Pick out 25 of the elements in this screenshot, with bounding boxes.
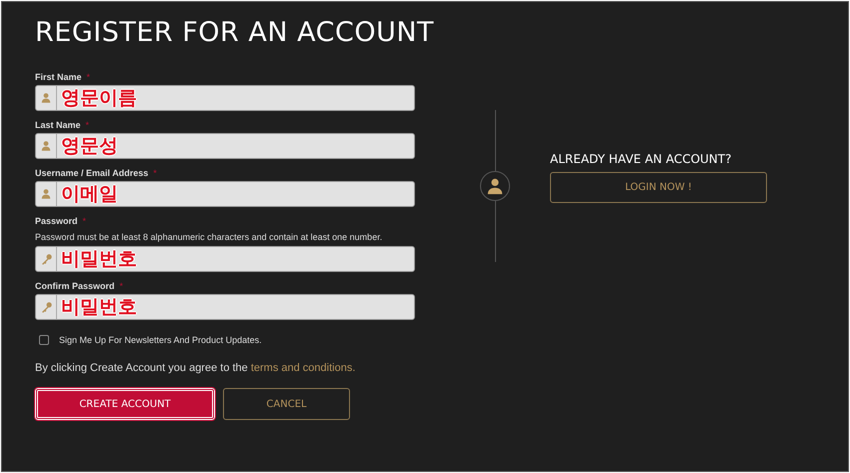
login-button[interactable]: LOGIN NOW ! (550, 172, 767, 203)
input-field[interactable]: 비밀번호 (35, 294, 415, 320)
field-label: Last Name (35, 120, 81, 130)
field-label: First Name (35, 72, 82, 82)
page-title: REGISTER FOR AN ACCOUNT (35, 17, 434, 48)
terms-text: By clicking Create Account you agree to the terms and conditions. (35, 362, 356, 374)
login-heading: ALREADY HAVE AN ACCOUNT? (550, 152, 732, 166)
cancel-button[interactable]: CANCEL (223, 388, 350, 420)
input-field[interactable]: 영문이름 (35, 85, 415, 111)
required-mark: * (120, 281, 124, 291)
field-label: Confirm Password (35, 281, 115, 291)
input-field[interactable]: 비밀번호 (35, 246, 415, 272)
terms-link[interactable]: terms and conditions. (250, 362, 356, 374)
input-field[interactable]: 이메일 (35, 181, 415, 207)
required-mark: * (82, 216, 86, 226)
input-field[interactable]: 영문성 (35, 133, 415, 159)
field-label: Password (35, 216, 78, 226)
checkbox[interactable] (39, 335, 49, 345)
field-label: Username / Email Address (35, 168, 148, 178)
hint-text: Password must be at least 8 alphanumeric characters and contain at least one number. (35, 232, 384, 242)
required-mark: * (153, 168, 157, 178)
required-mark: * (86, 120, 90, 130)
create-account-button[interactable]: CREATE ACCOUNT (35, 388, 215, 420)
required-mark: * (86, 72, 90, 82)
checkbox-label: Sign Me Up For Newsletters And Product Updates. (59, 335, 262, 345)
